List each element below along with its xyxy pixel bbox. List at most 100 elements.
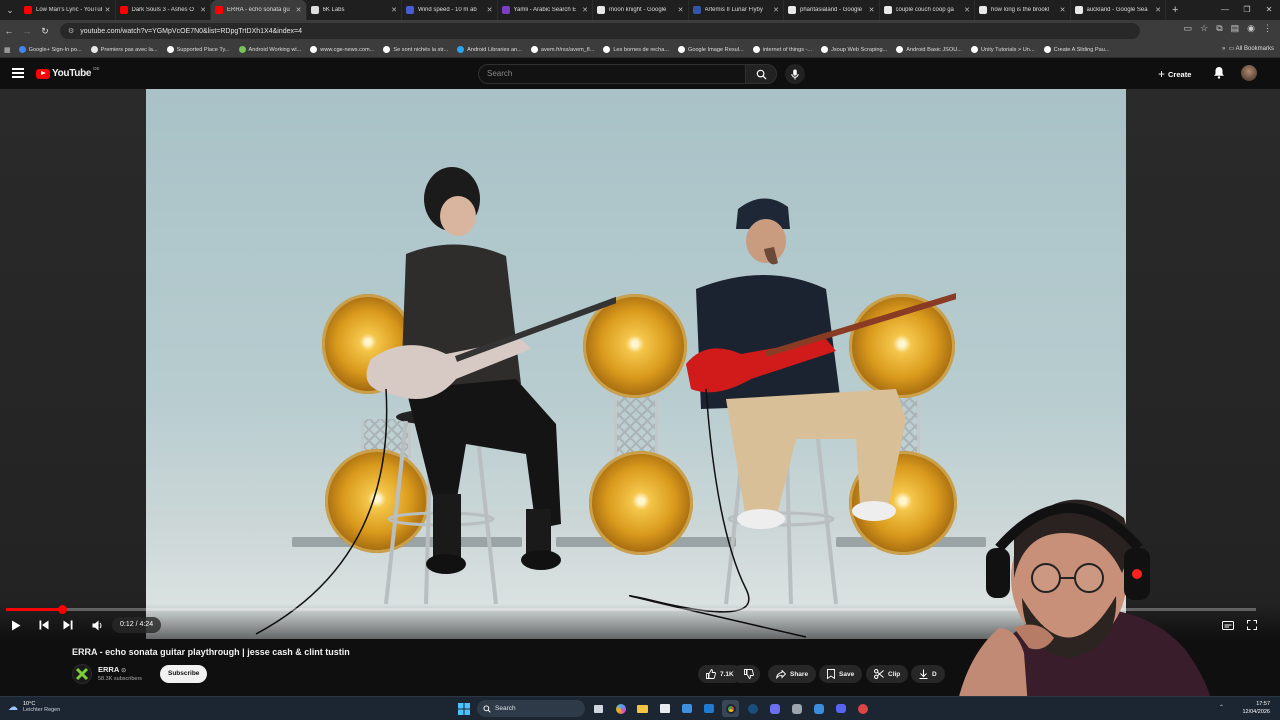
discord-icon[interactable]	[832, 700, 849, 717]
bookmark-icon	[827, 669, 835, 679]
browser-tab[interactable]: 6K Labs ✕	[307, 0, 402, 20]
browser-tab[interactable]: Low Man's Lyric - YouTube ✕	[20, 0, 116, 20]
bookmark-item[interactable]: Les bornes de recha...	[603, 46, 669, 53]
store-icon[interactable]	[656, 700, 673, 717]
tab-close-icon[interactable]: ✕	[869, 6, 875, 14]
task-view-icon[interactable]	[590, 700, 607, 717]
cast-icon[interactable]: ▭	[1184, 23, 1193, 34]
tab-close-icon[interactable]: ✕	[391, 6, 397, 14]
url-field[interactable]: ⚙ youtube.com/watch?v=YGMpVcOE7N0&list=R…	[60, 23, 1140, 39]
copilot-icon[interactable]	[612, 700, 629, 717]
minimize-icon[interactable]: —	[1214, 0, 1236, 20]
like-button[interactable]: 7.1K	[698, 665, 742, 683]
app-icon-b[interactable]	[788, 700, 805, 717]
outlook-icon[interactable]	[700, 700, 717, 717]
new-tab-button[interactable]: +	[1172, 4, 1178, 16]
bookmark-item[interactable]: Supported Place Ty...	[166, 46, 230, 53]
guide-menu-icon[interactable]	[12, 68, 24, 78]
previous-button[interactable]	[36, 618, 52, 632]
tab-search-icon[interactable]: ⌄	[0, 0, 20, 20]
browser-tab[interactable]: phantasialand - Google ✕	[784, 0, 880, 20]
clip-button[interactable]: Clip	[866, 665, 909, 683]
browser-tab[interactable]: moon knight - Google ✕	[593, 0, 689, 20]
browser-tab[interactable]: Yamli - Arabic Search E ✕	[498, 0, 593, 20]
profile-icon[interactable]: ◉	[1247, 23, 1255, 34]
bookmark-item[interactable]: Se sont nichés la str...	[383, 46, 448, 53]
bookmark-item[interactable]: avem.fr/rss/avem_fl...	[530, 46, 594, 53]
browser-tab[interactable]: couple couch coop ga ✕	[880, 0, 975, 20]
download-button[interactable]: D	[911, 665, 945, 683]
bookmark-item[interactable]: Google Image Resul...	[677, 46, 744, 53]
subscribe-button[interactable]: Subscribe	[160, 665, 208, 683]
tab-close-icon[interactable]: ✕	[773, 6, 779, 14]
photos-icon[interactable]	[678, 700, 695, 717]
youtube-logo[interactable]: YouTube DE	[36, 66, 100, 79]
taskbar-search[interactable]: Search	[477, 700, 585, 717]
app-icon-a[interactable]	[766, 700, 783, 717]
tab-close-icon[interactable]: ✕	[487, 6, 493, 14]
tab-close-icon[interactable]: ✕	[1060, 6, 1066, 14]
app-icon-c[interactable]	[810, 700, 827, 717]
tab-close-icon[interactable]: ✕	[200, 6, 206, 14]
bookmark-item[interactable]: Android Working wi...	[238, 46, 301, 53]
system-clock[interactable]: 17:57 12/04/2026	[1242, 700, 1270, 716]
bookmark-item[interactable]: Create A Sliding Pau...	[1043, 46, 1110, 53]
search-button[interactable]	[745, 64, 777, 84]
browser-tab[interactable]: ERRA - echo sonata gu ✕	[211, 0, 307, 20]
maximize-icon[interactable]: ❐	[1236, 0, 1258, 20]
tab-close-icon[interactable]: ✕	[296, 6, 302, 14]
save-button[interactable]: Save	[819, 665, 863, 683]
browser-tab[interactable]: Wind speed - 10 m ab ✕	[402, 0, 498, 20]
steam-icon[interactable]	[744, 700, 761, 717]
system-tray[interactable]: ⌃	[1219, 704, 1224, 711]
play-button[interactable]	[8, 618, 24, 632]
windows-start-icon[interactable]	[455, 700, 472, 717]
dislike-button[interactable]	[738, 665, 760, 683]
sidepanel-icon[interactable]: ▤	[1231, 23, 1240, 34]
back-icon[interactable]: ←	[0, 26, 18, 36]
bookmark-item[interactable]: www.cge-news.com...	[310, 46, 374, 53]
apps-icon[interactable]: ▦	[4, 46, 11, 54]
browser-tab[interactable]: auckland - Google Sea ✕	[1071, 0, 1166, 20]
bookmark-item[interactable]: internet of things -...	[752, 46, 812, 53]
volume-button[interactable]	[90, 618, 106, 632]
close-window-icon[interactable]: ✕	[1258, 0, 1280, 20]
fullscreen-button[interactable]	[1244, 618, 1260, 632]
all-bookmarks-button[interactable]: » ▭ All Bookmarks	[1222, 45, 1274, 52]
country-code: DE	[93, 66, 100, 71]
file-explorer-icon[interactable]	[634, 700, 651, 717]
microphone-icon	[791, 69, 799, 79]
app-icon-d[interactable]	[854, 700, 871, 717]
browser-tab[interactable]: Artemis II Lunar Flyby ✕	[689, 0, 784, 20]
extensions-icon[interactable]: ⧉	[1216, 23, 1222, 34]
bookmark-star-icon[interactable]: ☆	[1200, 23, 1208, 34]
channel-avatar[interactable]	[72, 664, 92, 684]
weather-widget[interactable]: ☁ 10°C Leichter Regen	[8, 701, 60, 713]
tab-close-icon[interactable]: ✕	[964, 6, 970, 14]
browser-tab[interactable]: Dark Souls 3 - Ashes O ✕	[116, 0, 211, 20]
notifications-button[interactable]	[1213, 66, 1225, 84]
tab-close-icon[interactable]: ✕	[1155, 6, 1161, 14]
chrome-icon[interactable]	[722, 700, 739, 717]
voice-search-button[interactable]	[785, 64, 805, 84]
site-info-icon[interactable]: ⚙	[68, 27, 74, 35]
forward-icon[interactable]: →	[18, 26, 36, 36]
bookmark-item[interactable]: Jsoup Web Scraping...	[821, 46, 887, 53]
tab-close-icon[interactable]: ✕	[105, 6, 111, 14]
account-avatar[interactable]	[1241, 65, 1257, 81]
browser-tab[interactable]: how long is the brookl ✕	[975, 0, 1071, 20]
share-button[interactable]: Share	[768, 665, 817, 683]
bookmark-item[interactable]: Unity Tutorials > Un...	[970, 46, 1035, 53]
bookmark-item[interactable]: Android Libraries an...	[457, 46, 522, 53]
bookmark-item[interactable]: Google+ Sign-In po...	[18, 46, 82, 53]
tab-close-icon[interactable]: ✕	[582, 6, 588, 14]
create-button[interactable]: + Create	[1158, 66, 1191, 82]
tab-close-icon[interactable]: ✕	[678, 6, 684, 14]
bookmark-item[interactable]: Android Basic JSOU...	[896, 46, 962, 53]
bookmark-item[interactable]: Premiers pas avec la...	[90, 46, 158, 53]
reload-icon[interactable]: ↻	[36, 26, 54, 37]
search-input[interactable]: Search	[478, 64, 746, 84]
browser-menu-icon[interactable]: ⋮	[1263, 23, 1272, 34]
next-button[interactable]	[60, 618, 76, 632]
channel-name[interactable]: ERRA ⊙	[98, 665, 126, 674]
